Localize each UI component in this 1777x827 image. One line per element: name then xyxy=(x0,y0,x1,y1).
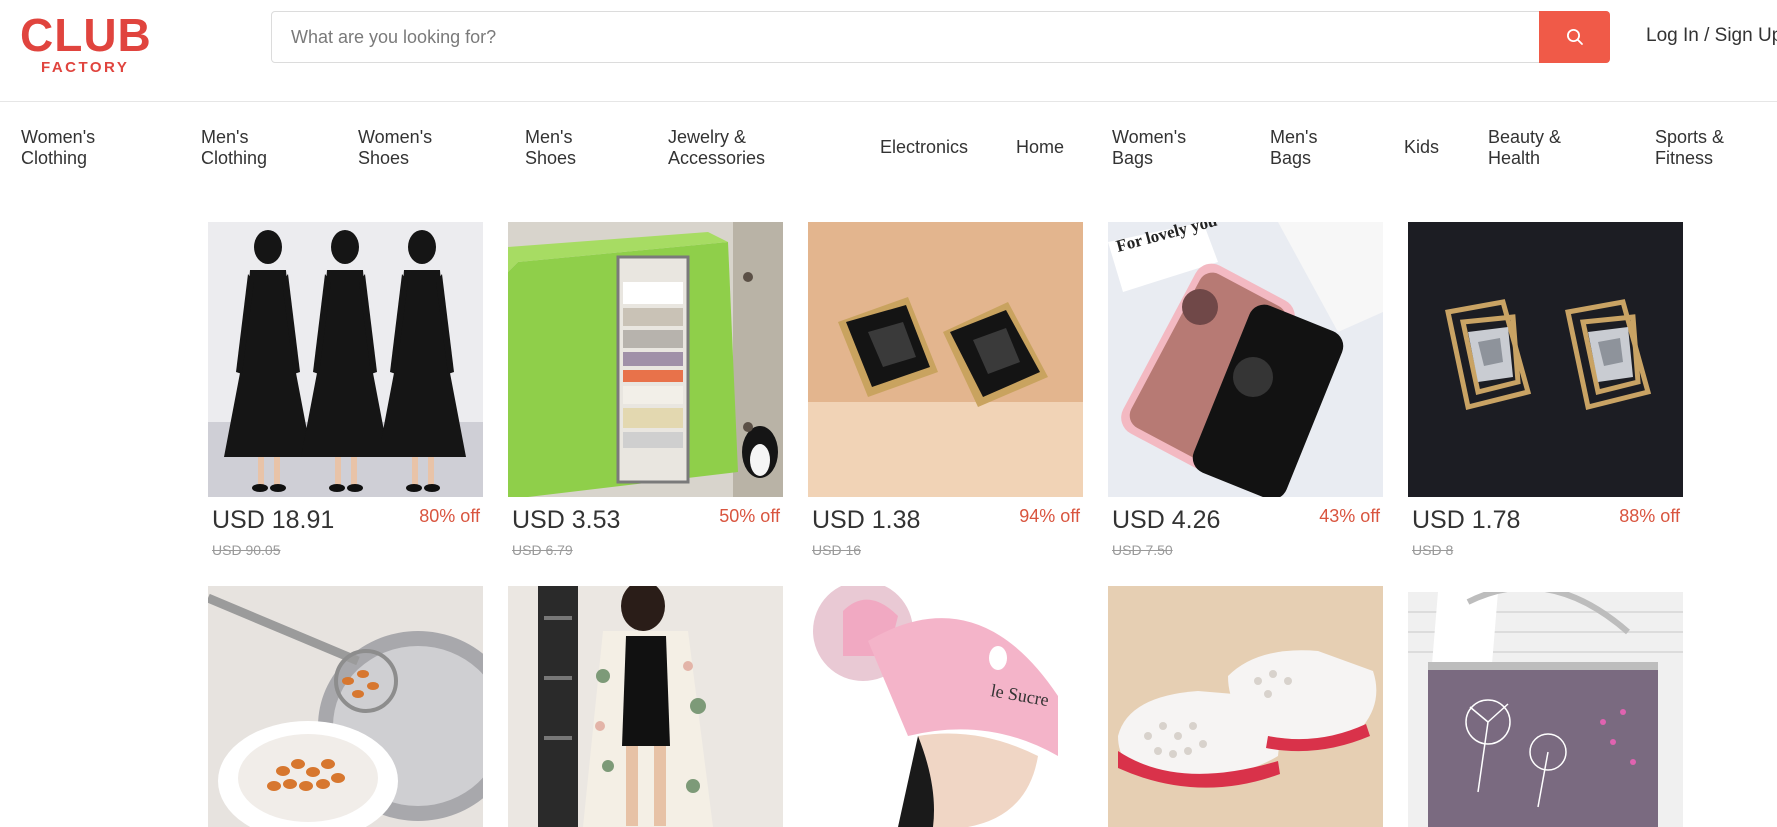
nav-label: Beauty & xyxy=(1488,127,1562,147)
product-card[interactable]: USD 1.78 88% off USD 8 xyxy=(1408,222,1683,562)
product-card[interactable] xyxy=(1408,592,1683,827)
discount-badge: 43% off xyxy=(1319,506,1380,526)
nav-womens-shoes[interactable]: Women's Shoes xyxy=(358,127,432,169)
discount-badge: 50% off xyxy=(719,506,780,526)
nav-label: Women's xyxy=(358,127,433,147)
product-price: USD 18.91 xyxy=(212,506,335,534)
search-icon xyxy=(1566,29,1583,45)
nav-label: Bags xyxy=(1270,148,1312,168)
product-card[interactable] xyxy=(208,586,483,827)
product-price: USD 1.38 xyxy=(812,506,921,534)
discount-badge: 94% off xyxy=(1019,506,1080,526)
original-price: USD 8 xyxy=(1412,542,1454,558)
nav-label: Shoes xyxy=(358,148,410,168)
product-image-strainer-spoon[interactable] xyxy=(208,586,483,827)
original-price: USD 6.79 xyxy=(512,542,573,558)
nav-label: Women's xyxy=(21,127,96,147)
login-signup-link[interactable]: Log In / Sign Up xyxy=(1646,24,1777,48)
nav-label: Sports & xyxy=(1655,127,1725,147)
product-card[interactable]: USD 18.91 80% off USD 90.05 xyxy=(208,222,483,562)
product-card[interactable]: le Sucre xyxy=(808,586,1083,827)
original-price: USD 16 xyxy=(812,542,862,558)
nav-home[interactable]: Home xyxy=(1016,137,1064,158)
product-image-gold-crystal-earrings[interactable] xyxy=(1408,222,1683,497)
product-card[interactable]: For lovely you~ USD 4.26 43% off USD 7.5… xyxy=(1108,222,1383,562)
nav-label: Bags xyxy=(1112,148,1154,168)
product-card[interactable]: USD 1.38 94% off USD 16 xyxy=(808,222,1083,562)
product-image-black-lace-dresses[interactable] xyxy=(208,222,483,497)
nav-label: Electronics xyxy=(880,137,969,157)
nav-mens-clothing[interactable]: Men's Clothing xyxy=(201,127,267,169)
nav-label: Clothing xyxy=(201,148,268,168)
product-price: USD 4.26 xyxy=(1112,506,1221,534)
nav-jewelry-accessories[interactable]: Jewelry & Accessories xyxy=(668,127,765,169)
discount-badge: 88% off xyxy=(1619,506,1680,526)
product-price: USD 3.53 xyxy=(512,506,621,534)
nav-mens-shoes[interactable]: Men's Shoes xyxy=(525,127,576,169)
product-image-black-crystal-earrings[interactable] xyxy=(808,222,1083,497)
nav-mens-bags[interactable]: Men's Bags xyxy=(1270,127,1317,169)
nav-label: Kids xyxy=(1404,137,1440,157)
search-bar xyxy=(271,11,1610,63)
nav-label: Jewelry & xyxy=(668,127,747,147)
nav-label: Shoes xyxy=(525,148,577,168)
nav-electronics[interactable]: Electronics xyxy=(880,137,968,158)
search-input[interactable] xyxy=(272,12,1539,62)
logo-sub-text: FACTORY xyxy=(41,59,130,76)
nav-sports-fitness[interactable]: Sports & Fitness xyxy=(1655,127,1724,169)
nav-label: Men's xyxy=(201,127,249,147)
nav-label: Men's xyxy=(1270,127,1318,147)
site-header: CLUB FACTORY Log In / Sign Up xyxy=(0,0,1777,102)
original-price: USD 7.50 xyxy=(1112,542,1173,558)
nav-label: Home xyxy=(1016,137,1065,157)
nav-kids[interactable]: Kids xyxy=(1404,137,1439,158)
product-price: USD 1.78 xyxy=(1412,506,1521,534)
nav-womens-bags[interactable]: Women's Bags xyxy=(1112,127,1186,169)
nav-label: Clothing xyxy=(21,148,88,168)
product-card[interactable] xyxy=(508,586,783,827)
nav-label: Accessories xyxy=(668,148,766,168)
original-price: USD 90.05 xyxy=(212,542,281,558)
product-image-mirror-phone-case[interactable]: For lovely you~ xyxy=(1108,222,1383,497)
nav-label: Men's xyxy=(525,127,573,147)
nav-label: Fitness xyxy=(1655,148,1714,168)
nav-label: Women's xyxy=(1112,127,1187,147)
product-card[interactable] xyxy=(1108,586,1383,827)
search-button[interactable] xyxy=(1539,11,1610,63)
club-factory-logo[interactable]: CLUB FACTORY xyxy=(20,12,170,80)
product-card[interactable]: USD 3.53 50% off USD 6.79 xyxy=(508,222,783,562)
product-image-dandelion-tote-bag[interactable] xyxy=(1408,592,1683,827)
nav-womens-clothing[interactable]: Women's Clothing xyxy=(21,127,95,169)
nav-beauty-health[interactable]: Beauty & Health xyxy=(1488,127,1561,169)
logo-main-text: CLUB xyxy=(20,9,152,61)
product-image-floral-kimono[interactable] xyxy=(508,586,783,827)
nav-label: Health xyxy=(1488,148,1541,168)
product-image-green-storage-bag[interactable] xyxy=(508,222,783,497)
discount-badge: 80% off xyxy=(419,506,480,526)
product-image-white-clog-sandals[interactable] xyxy=(1108,586,1383,827)
product-image-pink-hair-towel[interactable]: le Sucre xyxy=(808,586,1083,827)
